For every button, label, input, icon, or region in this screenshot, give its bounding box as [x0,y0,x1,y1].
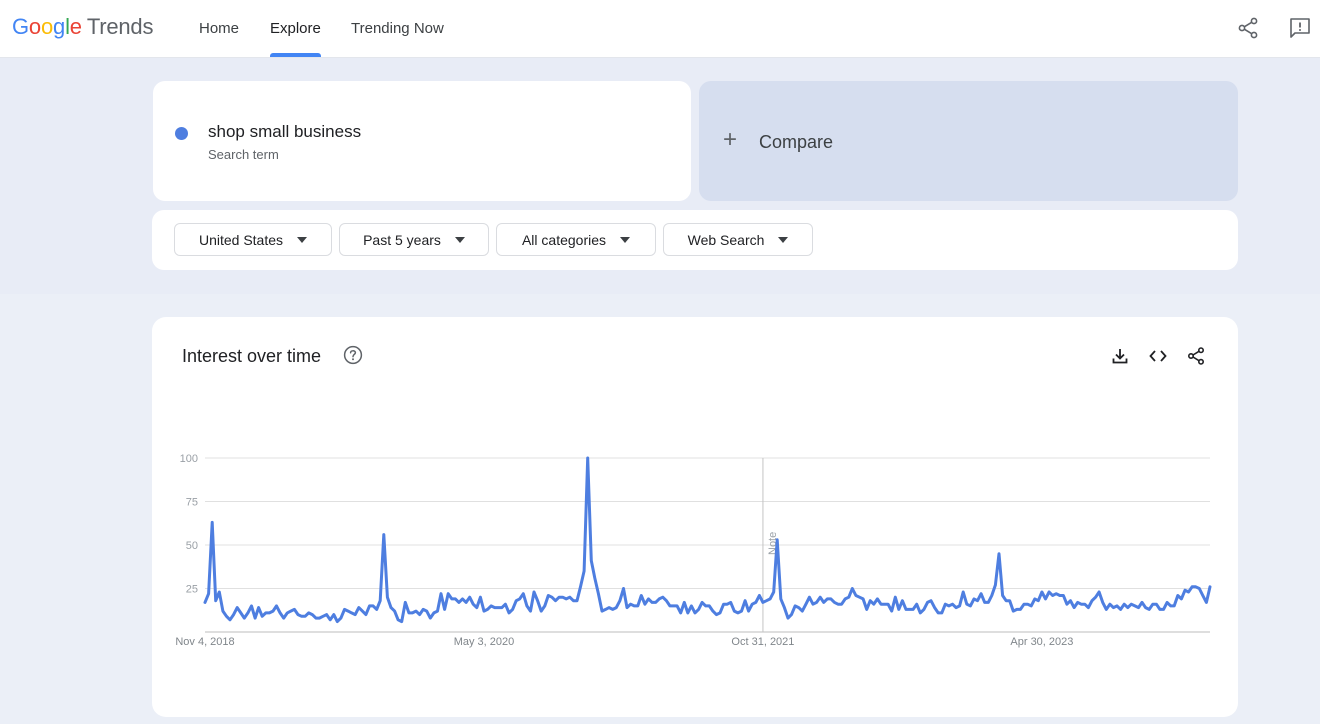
nav-home[interactable]: Home [199,20,239,37]
feedback-icon[interactable] [1288,16,1312,40]
x-tick-label: Nov 4, 2018 [175,636,234,648]
caret-down-icon [454,236,465,243]
filter-location-label: United States [198,231,284,248]
interest-over-time-card: Interest over time 25 50 75 100 Note Nov 4, 2… [152,317,1238,717]
filter-time-range-label: Past 5 years [363,231,441,248]
compare-button[interactable]: + Compare [699,81,1238,201]
caret-down-icon [620,236,631,243]
top-bar: Google Trends Home Explore Trending Now [0,0,1320,58]
logo-letter: e [69,14,82,39]
interest-over-time-chart[interactable]: 255075100NoteNov 4, 2018 May 3, 2020 Oct 3… [152,317,1238,717]
filter-bar: United States Past 5 years All categorie… [152,210,1238,270]
filter-category-label: All categories [521,231,607,248]
term-color-dot [175,127,188,140]
x-tick-label: Oct 31, 2021 [731,636,794,648]
filter-time-range[interactable]: Past 5 years [339,223,489,256]
logo-letter: o [40,14,54,39]
logo-product-name: Trends [86,14,154,39]
caret-down-icon [778,236,789,243]
share-icon[interactable] [1236,16,1260,40]
search-term-type: Search term [208,147,279,162]
filter-category[interactable]: All categories [496,223,656,256]
search-term-card[interactable]: shop small business Search term [153,81,691,201]
x-tick-label: Apr 30, 2023 [1010,636,1073,648]
logo-letter: o [28,14,41,39]
nav-active-indicator [270,53,321,57]
y-tick-label: 25 [186,584,198,596]
nav-explore[interactable]: Explore [270,20,321,37]
nav-trending-now[interactable]: Trending Now [351,20,444,37]
google-trends-logo[interactable]: Google Trends [12,14,153,40]
y-tick-label: 75 [186,497,198,509]
caret-down-icon [297,236,308,243]
search-term-text[interactable]: shop small business [208,122,361,142]
series-line [203,456,1212,624]
filter-search-type-label: Web Search [687,231,765,248]
compare-label: Compare [759,132,834,152]
x-tick-label: May 3, 2020 [454,636,515,648]
filter-location[interactable]: United States [174,223,332,256]
plus-icon: + [723,126,738,153]
y-tick-label: 100 [180,453,198,465]
logo-letter: G [12,14,29,39]
y-tick-label: 50 [186,540,198,552]
filter-search-type[interactable]: Web Search [663,223,813,256]
logo-letter: g [53,14,66,39]
